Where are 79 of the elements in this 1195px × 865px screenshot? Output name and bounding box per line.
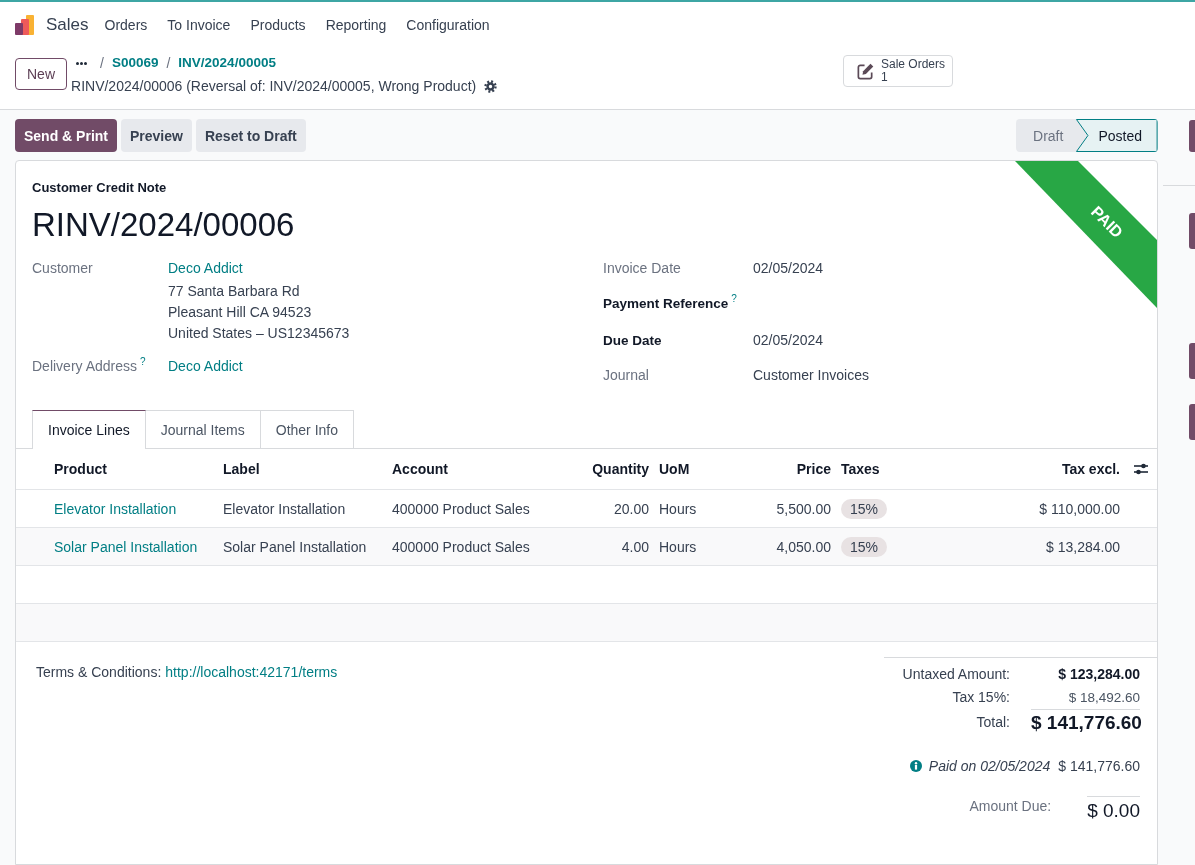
status-step[interactable]: Posted [1076,119,1158,152]
table-cell: $ 13,284.00 [1046,538,1120,555]
tab[interactable]: Other Info [260,410,355,448]
ellipsis-icon[interactable] [76,61,87,65]
table-cell: Hours [659,500,697,517]
action-button[interactable]: Preview [121,119,192,152]
field-label: Delivery Address [32,358,138,374]
new-button[interactable]: New [15,58,67,90]
field-label: Journal [603,367,649,383]
table-cell: Elevator Installation [223,500,346,517]
document-number: RINV/2024/00006 [32,205,295,245]
breadcrumb-separator: / [100,54,104,73]
column-header[interactable]: Product [54,461,107,477]
payment-label: Paid on 02/05/2024 [928,757,1051,776]
pencil-square-icon [856,61,875,81]
amount-due-value: $ 0.00 [1087,796,1140,825]
breadcrumb-separator: / [166,54,171,73]
table-cell: Solar Panel Installation [223,538,367,555]
table-cell: Hours [659,538,697,555]
document-type: Customer Credit Note [32,179,167,197]
breadcrumb-link[interactable]: INV/2024/00005 [178,53,276,73]
total-amount: $ 141,776.60 [1031,709,1140,736]
customer-address: 77 Santa Barbara Rd Pleasant Hill CA 94523 United States – US12345673 [168,282,350,343]
table-cell: 4,050.00 [776,538,831,555]
table-cell: $ 110,000.00 [1039,500,1120,517]
record-title: RINV/2024/00006 (Reversal of: INV/2024/00005, Wrong Product) [71,77,477,96]
column-header[interactable]: Tax excl. [1061,461,1120,477]
tax-tag: 15% [841,498,888,519]
table-cell: 4.00 [621,538,649,555]
menu-item[interactable]: Configuration [396,15,500,35]
terms-link[interactable]: http://localhost:42171/terms [165,664,338,680]
field-link[interactable]: Deco Addict [168,358,243,374]
help-mark[interactable]: ? [140,356,146,367]
table-cell: 400000 Product Sales [392,538,530,555]
status-step[interactable]: Draft [1016,119,1077,152]
primary-action-button[interactable]: Send & Print [15,119,117,152]
bars-logo-icon[interactable] [14,14,36,36]
column-header[interactable]: Label [223,461,260,477]
total-label: Tax 15%: [952,688,1010,707]
total-amount: $ 123,284.00 [1057,665,1140,684]
column-header[interactable]: Taxes [841,461,880,477]
table-cell: 400000 Product Sales [392,500,530,517]
sale-orders-button[interactable]: Sale Orders 1 [843,55,953,87]
field-label: Due Date [603,333,662,348]
menu-item[interactable]: To Invoice [157,15,241,35]
info-icon[interactable] [909,760,922,772]
settings-icon[interactable] [484,79,498,93]
menu-item[interactable]: Orders [94,15,158,35]
tab[interactable]: Invoice Lines [32,410,146,449]
total-label: Untaxed Amount: [902,665,1010,684]
amount-due-label: Amount Due: [969,797,1052,816]
help-mark[interactable]: ? [731,293,737,304]
menu-item[interactable]: Reporting [315,15,397,35]
column-header[interactable]: UoM [659,461,690,477]
terms-label: Terms & Conditions: [36,664,162,680]
tab[interactable]: Journal Items [145,410,261,448]
field-link[interactable]: Deco Addict [168,260,243,276]
table-cell: 5,500.00 [776,500,831,517]
app-name[interactable]: Sales [46,15,89,35]
column-header[interactable]: Account [392,461,448,477]
total-amount: $ 18,492.60 [1067,689,1140,707]
product-link[interactable]: Solar Panel Installation [54,538,198,555]
action-button[interactable]: Reset to Draft [195,119,306,152]
menu-item[interactable]: Products [240,15,316,35]
field-value: Customer Invoices [753,367,869,383]
field-label: Customer [32,260,93,276]
field-label: Invoice Date [603,260,681,276]
tax-tag: 15% [841,536,888,557]
column-header[interactable]: Quantity [592,461,649,477]
field-value: 02/05/2024 [753,332,824,348]
product-link[interactable]: Elevator Installation [54,500,177,517]
field-value: 02/05/2024 [753,260,824,276]
breadcrumb-link[interactable]: S00069 [111,53,159,73]
table-cell: 20.00 [613,500,649,517]
column-header[interactable]: Price [796,461,831,477]
field-label: Payment Reference [603,296,729,311]
payment-amount: $ 141,776.60 [1058,757,1140,776]
sliders-icon[interactable] [1134,463,1148,475]
total-label: Total: [976,713,1010,732]
